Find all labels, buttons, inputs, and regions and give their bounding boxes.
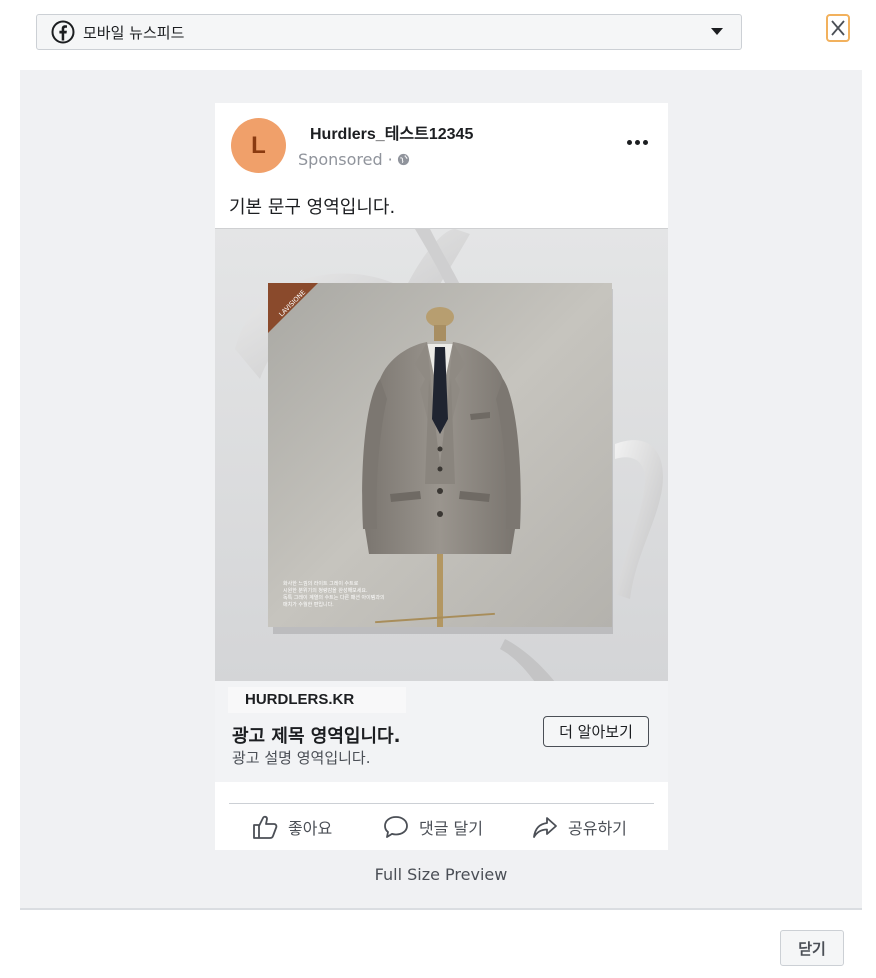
thumbs-up-icon: [253, 815, 278, 839]
like-label: 좋아요: [288, 819, 333, 838]
share-label: 공유하기: [568, 819, 627, 838]
link-domain: HURDLERS.KR: [228, 687, 406, 713]
globe-icon: [397, 153, 409, 166]
facebook-icon: [51, 20, 75, 44]
ad-description: 광고 설명 영역입니다.: [232, 749, 371, 767]
caption-line-3: 독특 그레이 계열의 수트는 다른 패션 아이템과의: [283, 594, 385, 601]
comment-label: 댓글 달기: [419, 819, 483, 838]
close-icon: [831, 20, 845, 36]
avatar[interactable]: L: [231, 118, 286, 173]
primary-text: 기본 문구 영역입니다.: [229, 197, 396, 218]
more-dot-icon: [627, 140, 632, 145]
sponsored-line: Sponsored ·: [298, 150, 410, 169]
ad-headline: 광고 제목 영역입니다.: [232, 726, 401, 747]
placement-dropdown[interactable]: 모바일 뉴스피드: [36, 14, 742, 50]
caption-line-2: 시원한 분위기의 청량감을 완성해보세요.: [283, 587, 368, 594]
ad-image-art: LAVISIONE 화사한 느낌의 라이트 그레이 수트로 시원한 분위기의 청…: [215, 229, 668, 682]
sponsored-label: Sponsored ·: [298, 150, 393, 169]
close-x-button[interactable]: [826, 14, 850, 42]
learn-more-button[interactable]: 더 알아보기: [543, 716, 649, 747]
more-dot-icon: [635, 140, 640, 145]
comment-button[interactable]: 댓글 달기: [383, 814, 483, 840]
caret-down-icon: [711, 28, 723, 35]
full-size-preview-link[interactable]: Full Size Preview: [0, 865, 876, 884]
caption-line-4: 매치가 수월한 편입니다.: [283, 601, 334, 608]
more-dot-icon: [643, 140, 648, 145]
avatar-letter: L: [251, 131, 266, 159]
link-area[interactable]: HURDLERS.KR 광고 제목 영역입니다. 광고 설명 영역입니다. 더 …: [215, 681, 668, 782]
more-options-button[interactable]: [627, 140, 648, 145]
page-name[interactable]: Hurdlers_테스트12345: [310, 120, 473, 144]
reaction-bar: 좋아요 댓글 달기 공유하기: [215, 814, 668, 844]
share-button[interactable]: 공유하기: [532, 814, 627, 840]
ad-image[interactable]: LAVISIONE 화사한 느낌의 라이트 그레이 수트로 시원한 분위기의 청…: [215, 228, 668, 682]
share-icon: [533, 817, 557, 838]
placement-selected-label: 모바일 뉴스피드: [83, 23, 185, 42]
caption-line-1: 화사한 느낌의 라이트 그레이 수트로: [283, 580, 359, 587]
ad-preview-card: L Hurdlers_테스트12345 Sponsored · 기본 문구 영역…: [215, 103, 668, 850]
like-button[interactable]: 좋아요: [252, 814, 332, 840]
comment-icon: [384, 816, 408, 838]
footer-divider: [20, 908, 862, 910]
divider: [229, 803, 654, 804]
close-button[interactable]: 닫기: [780, 930, 844, 966]
